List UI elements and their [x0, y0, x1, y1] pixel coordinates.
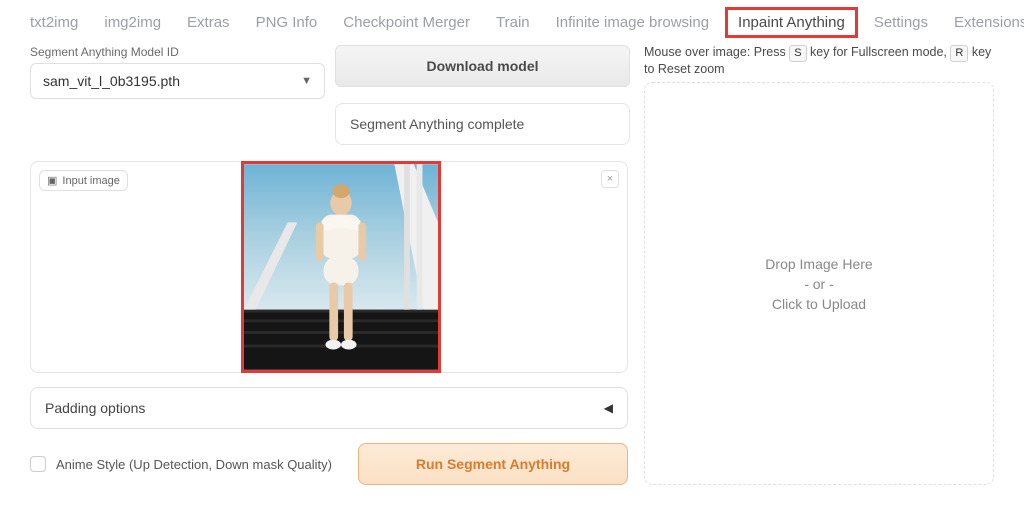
tab-txt2img[interactable]: txt2img: [30, 14, 78, 31]
key-r: R: [950, 45, 968, 62]
tab-train[interactable]: Train: [496, 14, 530, 31]
drop-text-1: Drop Image Here: [765, 256, 872, 272]
padding-options-accordion[interactable]: Padding options ◀: [30, 387, 628, 429]
status-message: Segment Anything complete: [335, 103, 630, 145]
padding-options-label: Padding options: [45, 400, 145, 416]
close-icon[interactable]: ×: [601, 170, 619, 188]
tab-extras[interactable]: Extras: [187, 14, 230, 31]
anime-style-checkbox[interactable]: [30, 456, 46, 472]
input-image-badge: ▣ Input image: [39, 170, 128, 191]
tab-checkpoint-merger[interactable]: Checkpoint Merger: [343, 14, 470, 31]
tab-extensions[interactable]: Extensions: [954, 14, 1024, 31]
input-image-preview: [241, 161, 441, 373]
drop-text-3: Click to Upload: [772, 296, 866, 312]
mouse-hint: Mouse over image: Press S key for Fullsc…: [644, 45, 994, 76]
tab-infinite-image-browsing[interactable]: Infinite image browsing: [556, 14, 709, 31]
image-icon: ▣: [47, 174, 57, 187]
model-id-value: sam_vit_l_0b3195.pth: [43, 73, 180, 89]
tab-settings[interactable]: Settings: [874, 14, 928, 31]
model-id-label: Segment Anything Model ID: [30, 45, 325, 59]
run-segment-anything-button[interactable]: Run Segment Anything: [358, 443, 628, 485]
tab-bar: txt2img img2img Extras PNG Info Checkpoi…: [0, 0, 1024, 39]
drop-image-zone[interactable]: Drop Image Here - or - Click to Upload: [644, 82, 994, 485]
model-id-select[interactable]: sam_vit_l_0b3195.pth ▼: [30, 63, 325, 99]
drop-text-2: - or -: [804, 276, 834, 292]
input-image-card[interactable]: ▣ Input image ×: [30, 161, 628, 373]
tab-inpaint-anything[interactable]: Inpaint Anything: [725, 7, 858, 38]
collapse-arrow-icon: ◀: [604, 401, 613, 415]
tab-png-info[interactable]: PNG Info: [256, 14, 318, 31]
tab-img2img[interactable]: img2img: [104, 14, 161, 31]
chevron-down-icon: ▼: [301, 75, 312, 87]
key-s: S: [789, 45, 806, 62]
anime-style-label: Anime Style (Up Detection, Down mask Qua…: [56, 457, 332, 472]
input-image-content: [244, 164, 438, 370]
download-model-button[interactable]: Download model: [335, 45, 630, 87]
